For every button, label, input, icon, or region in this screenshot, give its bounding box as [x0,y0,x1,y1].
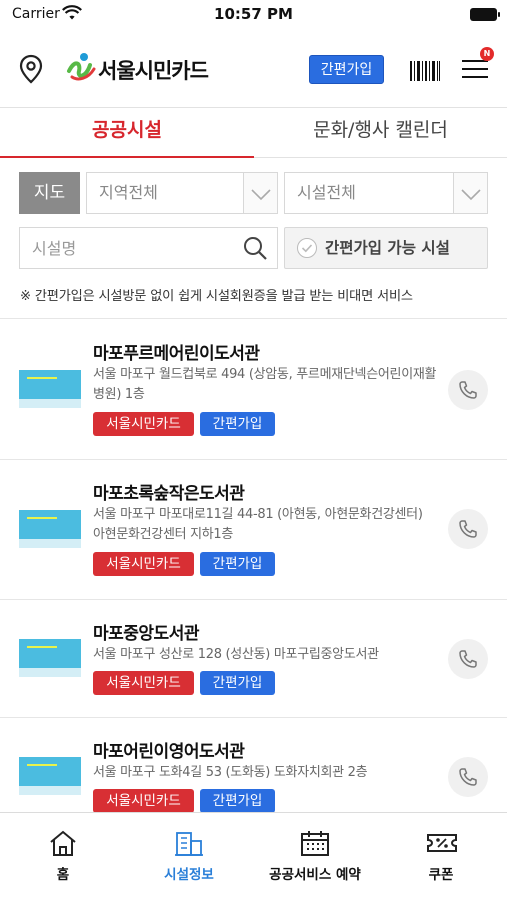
easy-join-tag: 간편가입 [200,671,275,695]
facility-card-thumbnail [19,757,81,795]
facility-address: 서울 마포구 성산로 128 (성산동) 마포구립중앙도서관 [93,647,379,662]
easy-join-filter-label: 간편가입 가능 시설 [325,239,450,257]
facility-address: 서울 마포구 월드컵북로 494 (상암동, 푸르메재단넥슨어린이재활병원) 1… [93,367,437,402]
chevron-down-icon [453,173,487,213]
nav-home[interactable]: 홈 [0,813,126,900]
facility-card-thumbnail [19,370,81,408]
facility-name: 마포어린이영어도서관 [93,742,245,762]
tab-bar: 공공시설 문화/행사 캘린더 [0,108,507,158]
nav-public-service-booking[interactable]: 공공서비스 예약 [252,813,378,900]
phone-icon[interactable] [448,370,488,410]
easy-join-tag: 간편가입 [200,789,275,812]
seoul-citizen-card-tag: 서울시민카드 [93,789,194,812]
region-select-value: 지역전체 [99,183,158,202]
facility-select-value: 시설전체 [297,183,356,202]
facility-list-item[interactable]: 마포중앙도서관 서울 마포구 성산로 128 (성산동) 마포구립중앙도서관 서… [0,600,507,718]
facility-list-item[interactable]: 마포푸르메어린이도서관 서울 마포구 월드컵북로 494 (상암동, 푸르메재단… [0,319,507,460]
nav-home-label: 홈 [56,867,70,883]
nav-facility-info-label: 시설정보 [164,867,214,883]
battery-icon [470,8,500,21]
facility-card-thumbnail [19,639,81,677]
phone-icon[interactable] [448,509,488,549]
chevron-down-icon [243,173,277,213]
check-circle-icon [297,238,317,258]
facility-list-item[interactable]: 마포초록숲작은도서관 서울 마포구 마포대로11길 44-81 (아현동, 아현… [0,460,507,600]
hamburger-menu-icon[interactable]: N [462,47,494,80]
clock: 10:57 PM [214,5,293,23]
facility-select[interactable]: 시설전체 [284,172,488,214]
nav-facility-info[interactable]: 시설정보 [126,813,252,900]
facility-search-box [19,227,278,269]
status-bar: Carrier 10:57 PM [0,0,507,30]
facility-name: 마포중앙도서관 [93,624,199,644]
easy-join-filter-toggle[interactable]: 간편가입 가능 시설 [284,227,488,269]
search-input[interactable] [20,228,240,268]
facility-list: 마포푸르메어린이도서관 서울 마포구 월드컵북로 494 (상암동, 푸르메재단… [0,318,507,812]
facility-address: 서울 마포구 도화4길 53 (도화동) 도화자치회관 2층 [93,765,368,780]
tab-public-facilities[interactable]: 공공시설 [0,108,254,158]
facility-name: 마포푸르메어린이도서관 [93,344,260,364]
seoul-citizen-card-tag: 서울시민카드 [93,671,194,695]
nav-public-service-booking-label: 공공서비스 예약 [269,867,361,883]
tab-culture-calendar[interactable]: 문화/행사 캘린더 [254,108,507,158]
app-header: 서울시민카드 간편가입 N [0,30,507,108]
region-select[interactable]: 지역전체 [86,172,278,214]
seoul-citizen-card-tag: 서울시민카드 [93,552,194,576]
nav-coupon[interactable]: 쿠폰 [378,813,504,900]
barcode-icon[interactable] [410,61,440,85]
nav-coupon-label: 쿠폰 [428,867,454,883]
easy-join-tag: 간편가입 [200,412,275,436]
bottom-navigation: 홈 시설정보 공공서비스 예약 쿠폰 [0,812,507,900]
new-badge: N [480,47,494,61]
facility-name: 마포초록숲작은도서관 [93,484,245,504]
location-pin-icon[interactable] [18,54,44,88]
map-button[interactable]: 지도 [19,172,80,214]
seoul-logo-icon [66,51,98,87]
facility-card-thumbnail [19,510,81,548]
seoul-citizen-card-tag: 서울시민카드 [93,412,194,436]
phone-icon[interactable] [448,639,488,679]
phone-icon[interactable] [448,757,488,797]
facility-address: 서울 마포구 마포대로11길 44-81 (아현동, 아현문화건강센터) 아현문… [93,507,423,542]
notice-text: ※ 간편가입은 시설방문 없이 쉽게 시설회원증을 발급 받는 비대면 서비스 [20,289,413,304]
easy-join-button[interactable]: 간편가입 [309,55,384,84]
easy-join-tag: 간편가입 [200,552,275,576]
search-icon[interactable] [243,236,267,264]
facility-list-item[interactable]: 마포어린이영어도서관 서울 마포구 도화4길 53 (도화동) 도화자치회관 2… [0,718,507,812]
app-logo-text: 서울시민카드 [98,59,209,83]
